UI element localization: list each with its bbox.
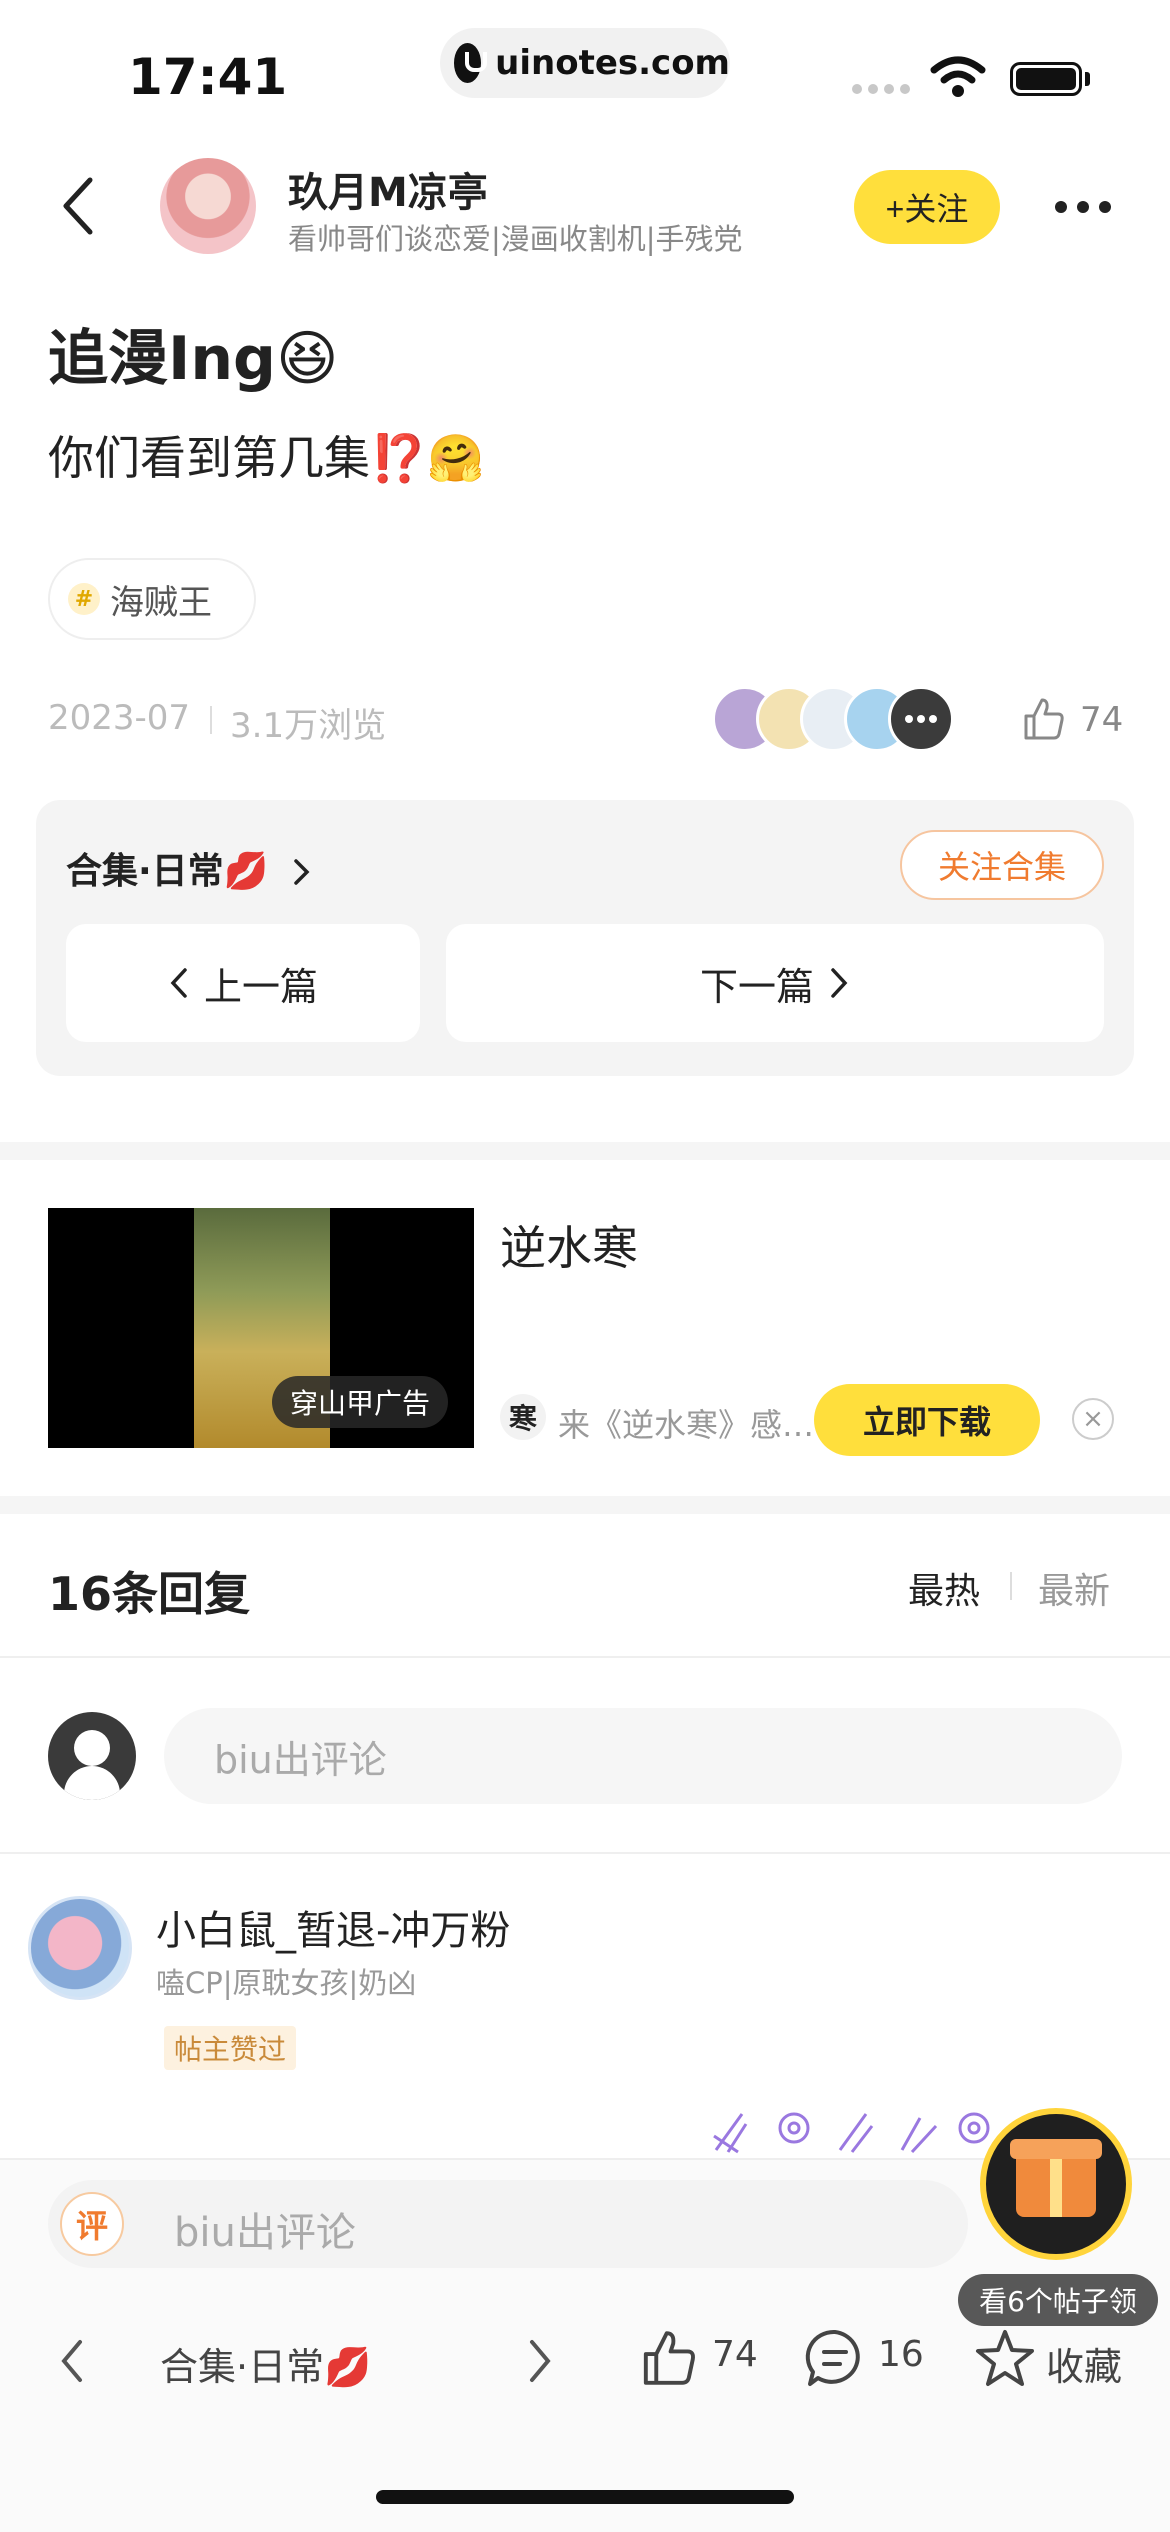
home-indicator bbox=[376, 2490, 794, 2504]
signal-icon bbox=[852, 84, 910, 94]
sort-divider bbox=[1010, 1572, 1012, 1600]
next-chevron-icon[interactable] bbox=[526, 2338, 554, 2384]
ad-close-icon[interactable]: × bbox=[1072, 1398, 1114, 1440]
sort-hot-tab[interactable]: 最热 bbox=[908, 1562, 980, 1614]
ad-source-logo: 寒 bbox=[500, 1394, 546, 1440]
post-views: 3.1万浏览 bbox=[230, 706, 387, 746]
battery-cap bbox=[1085, 72, 1090, 86]
collection-title-label: 合集·日常💋 bbox=[66, 851, 269, 892]
topic-tag-label: 海贼王 bbox=[110, 582, 212, 623]
my-avatar bbox=[48, 1712, 136, 1800]
comment-avatar[interactable] bbox=[28, 1896, 132, 2000]
url-text: uinotes.com bbox=[495, 43, 730, 83]
comment-badge-icon: 评 bbox=[60, 2192, 124, 2256]
chevron-right-icon bbox=[294, 859, 310, 885]
liker-more-icon[interactable] bbox=[888, 686, 954, 752]
section-divider bbox=[0, 1496, 1170, 1514]
favorite-label[interactable]: 收藏 bbox=[1046, 2336, 1122, 2391]
comment-author-bio: 嗑CP|原耽女孩|奶凶 bbox=[156, 1966, 417, 2000]
author-liked-badge: 帖主赞过 bbox=[164, 2026, 297, 2070]
status-time: 17:41 bbox=[128, 48, 288, 106]
author-bio: 看帅哥们谈恋爱|漫画收割机|手残党 bbox=[288, 222, 743, 256]
bottom-comment-count: 16 bbox=[878, 2334, 924, 2375]
wifi-icon bbox=[930, 56, 986, 97]
replies-title: 16条回复 bbox=[48, 1567, 251, 1621]
chevron-left-icon bbox=[170, 968, 187, 998]
like-count: 74 bbox=[1080, 700, 1124, 740]
gift-floating-button[interactable] bbox=[980, 2108, 1132, 2260]
post-body: 你们看到第几集⁉️🤗 bbox=[48, 431, 485, 485]
url-pill[interactable]: uinotes.com bbox=[440, 28, 730, 98]
ad-label: 穿山甲广告 bbox=[272, 1376, 448, 1428]
bottom-input-placeholder: biu出评论 bbox=[174, 2210, 356, 2256]
bottom-like-count: 74 bbox=[712, 2334, 758, 2375]
site-logo-icon bbox=[454, 43, 488, 83]
gift-icon bbox=[1010, 2139, 1102, 2217]
hashtag-icon: # bbox=[68, 583, 100, 615]
like-icon[interactable] bbox=[1020, 696, 1066, 742]
prev-post-label: 上一篇 bbox=[203, 964, 318, 1009]
comment-input[interactable]: biu出评论 bbox=[164, 1708, 1122, 1804]
author-avatar[interactable] bbox=[160, 158, 256, 254]
post-date: 2023-07 bbox=[48, 698, 191, 738]
prev-post-button[interactable]: 上一篇 bbox=[66, 924, 420, 1042]
follow-collection-button[interactable]: 关注合集 bbox=[900, 830, 1104, 900]
prev-chevron-icon[interactable] bbox=[58, 2338, 86, 2384]
ad-title[interactable]: 逆水寒 bbox=[500, 1212, 638, 1278]
collection-title[interactable]: 合集·日常💋 bbox=[66, 842, 313, 894]
divider bbox=[0, 1656, 1170, 1658]
post-title: 追漫Ing😆 bbox=[48, 324, 339, 394]
like-icon[interactable] bbox=[638, 2328, 698, 2388]
back-icon[interactable] bbox=[58, 176, 98, 236]
next-post-label: 下一篇 bbox=[699, 964, 814, 1009]
ad-download-button[interactable]: 立即下载 bbox=[814, 1384, 1040, 1456]
battery-icon bbox=[1010, 62, 1082, 96]
follow-button[interactable]: +关注 bbox=[854, 170, 1000, 244]
decoration-icon bbox=[713, 2112, 990, 2154]
section-divider bbox=[0, 1142, 1170, 1160]
topic-tag[interactable]: # 海贼王 bbox=[48, 558, 256, 640]
bottom-collection-label[interactable]: 合集·日常💋 bbox=[160, 2336, 371, 2391]
author-name[interactable]: 玖月M凉亭 bbox=[288, 160, 488, 218]
divider bbox=[0, 1852, 1170, 1854]
next-post-button[interactable]: 下一篇 bbox=[446, 924, 1104, 1042]
comment-icon[interactable] bbox=[804, 2328, 866, 2388]
sort-new-tab[interactable]: 最新 bbox=[1038, 1562, 1110, 1614]
ad-source-text: 来《逆水寒》感… bbox=[558, 1406, 815, 1444]
comment-author-name[interactable]: 小白鼠_暂退-冲万粉 bbox=[156, 1898, 510, 1956]
more-icon[interactable] bbox=[1054, 200, 1112, 214]
chevron-right-icon bbox=[831, 968, 848, 998]
gift-label[interactable]: 看6个帖子领 bbox=[958, 2274, 1158, 2326]
meta-divider bbox=[210, 706, 212, 734]
star-icon[interactable] bbox=[974, 2328, 1036, 2388]
